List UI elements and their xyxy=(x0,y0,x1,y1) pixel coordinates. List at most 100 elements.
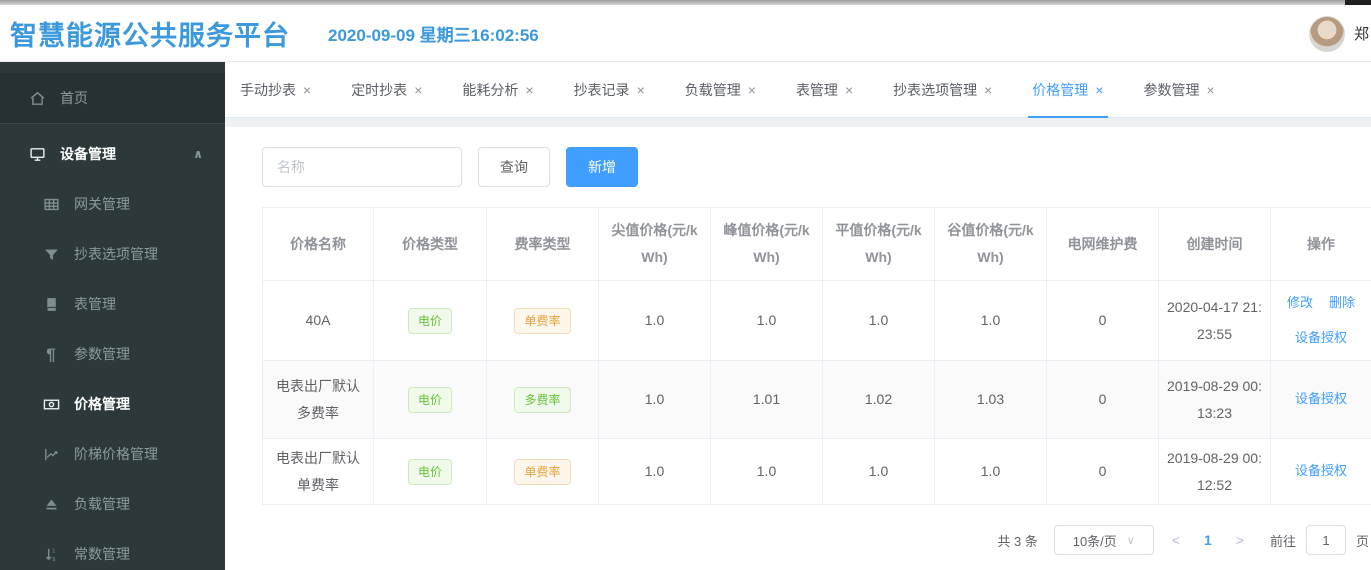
close-icon[interactable]: × xyxy=(525,83,533,97)
close-icon[interactable]: × xyxy=(984,83,992,97)
device-authorize-link[interactable]: 设备授权 xyxy=(1295,459,1347,484)
col-flat-price: 平值价格(元/kWh) xyxy=(822,207,935,281)
tab-parameter-management[interactable]: 参数管理 × xyxy=(1144,62,1215,117)
table-header-row: 价格名称 价格类型 费率类型 尖值价格(元/kWh) 峰值价格(元/kWh) 平… xyxy=(262,207,1371,281)
device-authorize-link[interactable]: 设备授权 xyxy=(1295,387,1347,412)
svg-text:9: 9 xyxy=(52,556,55,562)
tab-meter-reading-records[interactable]: 抄表记录 × xyxy=(574,62,645,117)
sidebar-item-label: 常数管理 xyxy=(74,546,130,562)
close-icon[interactable]: × xyxy=(637,83,645,97)
col-operations: 操作 xyxy=(1270,207,1371,281)
tab-label: 能耗分析 xyxy=(462,81,519,98)
tab-price-management[interactable]: 价格管理 × xyxy=(1028,62,1108,118)
tab-manual-meter-reading[interactable]: 手动抄表 × xyxy=(240,62,311,117)
sidebar-item-label: 设备管理 xyxy=(60,146,116,162)
device-authorize-link[interactable]: 设备授权 xyxy=(1295,326,1347,351)
cell-grid-fee: 0 xyxy=(1046,280,1159,361)
cell-valley-price: 1.0 xyxy=(934,437,1047,506)
page-size-select[interactable]: 10条/页 ∨ xyxy=(1053,525,1154,556)
toolbar: 查询 新增 xyxy=(225,127,1371,187)
app-window: 智慧能源公共服务平台 2020-09-09 星期三16:02:56 郑 首页 设… xyxy=(0,0,1371,570)
close-icon[interactable]: × xyxy=(1207,83,1215,97)
sidebar-item-home[interactable]: 首页 xyxy=(0,73,225,123)
edit-link[interactable]: 修改 xyxy=(1287,291,1313,316)
avatar[interactable] xyxy=(1308,15,1345,52)
prev-page-button[interactable]: < xyxy=(1164,532,1188,548)
query-button[interactable]: 查询 xyxy=(478,147,550,187)
sidebar-item-label: 参数管理 xyxy=(74,346,130,362)
tab-bar: 手动抄表 × 定时抄表 × 能耗分析 × 抄表记录 × 负载管理 × 表管理 ×… xyxy=(225,62,1371,118)
tab-label: 定时抄表 xyxy=(351,81,408,98)
tab-scheduled-meter-reading[interactable]: 定时抄表 × xyxy=(351,62,422,117)
sidebar-item-parameter-management[interactable]: ¶ 参数管理 xyxy=(0,329,225,379)
price-type-badge: 电价 xyxy=(407,387,452,413)
cell-peak-price: 1.0 xyxy=(710,280,823,361)
rate-type-badge: 单费率 xyxy=(514,308,571,334)
sidebar-item-gateway-management[interactable]: 网关管理 xyxy=(0,179,225,229)
tab-meter-reading-options[interactable]: 抄表选项管理 × xyxy=(893,62,992,117)
sidebar: 首页 设备管理 ∧ 网关管理 抄表选项管理 表管理 ¶ 参数管理 价格管理 阶梯… xyxy=(0,62,225,570)
tab-load-management[interactable]: 负载管理 × xyxy=(685,62,756,117)
sidebar-item-meter-management[interactable]: 表管理 xyxy=(0,279,225,329)
sidebar-item-label: 首页 xyxy=(60,90,88,106)
cell-price-name: 电表出厂默认多费率 xyxy=(262,360,374,439)
rate-type-badge: 单费率 xyxy=(514,459,571,486)
chevron-down-icon: ∨ xyxy=(1126,534,1135,547)
cell-price-type: 电价 xyxy=(373,280,487,361)
tab-energy-analysis[interactable]: 能耗分析 × xyxy=(462,62,533,117)
home-icon xyxy=(28,89,46,107)
cell-operations: 设备授权 xyxy=(1270,437,1371,506)
tab-label: 负载管理 xyxy=(684,81,741,98)
page-unit-label: 页 xyxy=(1355,533,1369,549)
tab-label: 参数管理 xyxy=(1143,81,1200,98)
sidebar-item-constant-management[interactable]: 19 常数管理 xyxy=(0,529,225,570)
cell-price-name: 电表出厂默认单费率 xyxy=(262,437,374,506)
goto-page-input[interactable] xyxy=(1305,525,1346,556)
cell-flat-price: 1.02 xyxy=(822,360,935,439)
eject-icon xyxy=(42,495,60,513)
price-table: 价格名称 价格类型 费率类型 尖值价格(元/kWh) 峰值价格(元/kWh) 平… xyxy=(262,207,1371,506)
app-header: 智慧能源公共服务平台 2020-09-09 星期三16:02:56 郑 xyxy=(0,5,1371,62)
next-page-button[interactable]: > xyxy=(1228,532,1252,548)
cell-created-time: 2019-08-29 00:12:52 xyxy=(1158,437,1271,506)
close-icon[interactable]: × xyxy=(303,83,311,97)
sidebar-item-meter-reading-options[interactable]: 抄表选项管理 xyxy=(0,229,225,279)
delete-link[interactable]: 删除 xyxy=(1329,291,1355,316)
cell-created-time: 2020-04-17 21:23:55 xyxy=(1158,280,1271,361)
close-icon[interactable]: × xyxy=(414,83,422,97)
goto-label: 前往 xyxy=(1269,533,1296,549)
add-button[interactable]: 新增 xyxy=(566,147,638,187)
sidebar-item-price-management[interactable]: 价格管理 xyxy=(0,379,225,429)
close-icon[interactable]: × xyxy=(1095,83,1103,97)
sidebar-item-tiered-price-management[interactable]: 阶梯价格管理 xyxy=(0,429,225,479)
sidebar-item-device-management[interactable]: 设备管理 ∧ xyxy=(0,129,225,179)
pagination: 共 3 条 10条/页 ∨ < 1 > 前往 页 xyxy=(262,525,1369,556)
tab-label: 表管理 xyxy=(795,81,838,98)
cell-price-type: 电价 xyxy=(373,360,487,439)
cell-sharp-price: 1.0 xyxy=(598,437,711,506)
main-content: 查询 新增 价格名称 价格类型 费率类型 尖值价格(元/kWh) 峰 xyxy=(225,118,1371,570)
filter-icon xyxy=(42,245,60,263)
sidebar-item-load-management[interactable]: 负载管理 xyxy=(0,479,225,529)
tab-label: 手动抄表 xyxy=(240,81,296,98)
user-box[interactable]: 郑 xyxy=(1308,5,1369,62)
close-icon[interactable]: × xyxy=(748,83,756,97)
col-peak-price: 峰值价格(元/kWh) xyxy=(710,207,823,281)
page-number[interactable]: 1 xyxy=(1198,532,1218,548)
price-type-badge: 电价 xyxy=(407,459,452,486)
tab-label: 抄表记录 xyxy=(573,81,630,98)
col-created-time: 创建时间 xyxy=(1158,207,1271,281)
sidebar-item-label: 网关管理 xyxy=(74,196,130,212)
cell-flat-price: 1.0 xyxy=(822,437,935,506)
search-input[interactable] xyxy=(262,147,462,187)
col-price-type: 价格类型 xyxy=(373,207,487,281)
chevron-up-icon: ∧ xyxy=(193,147,203,161)
tab-meter-management[interactable]: 表管理 × xyxy=(796,62,853,117)
content-gap xyxy=(225,118,1371,127)
rate-type-badge: 多费率 xyxy=(514,387,571,413)
sidebar-item-label: 抄表选项管理 xyxy=(74,246,158,262)
cell-sharp-price: 1.0 xyxy=(598,280,711,361)
pilcrow-icon: ¶ xyxy=(46,344,56,364)
close-icon[interactable]: × xyxy=(845,83,853,97)
cell-price-name: 40A xyxy=(262,280,374,361)
